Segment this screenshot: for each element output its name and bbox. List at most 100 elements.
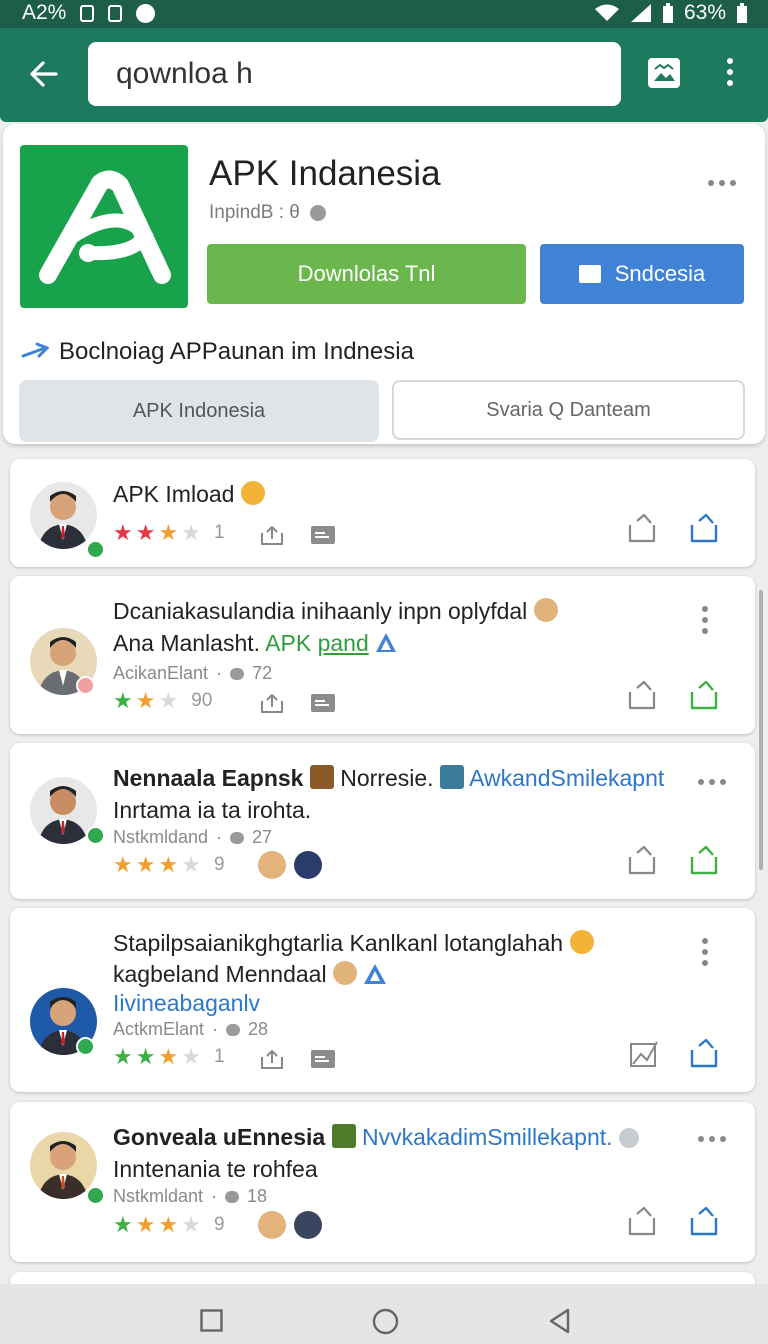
review-author: Nstkmldand [113,827,209,847]
review-line-1-text: Dcaniakasulandia inihaanly inpn oplyfdal [113,598,528,624]
tab-search-team[interactable]: Svaria Q Danteam [392,380,745,440]
message-icon[interactable] [310,693,336,713]
share-button-label: Sndcesia [614,261,706,286]
scrollbar[interactable] [759,590,763,870]
review-title-bold: Nennaala Eapnsk [113,765,304,791]
share-blue-icon[interactable] [689,513,719,543]
back-arrow-icon[interactable] [28,58,60,90]
reaction-avatar-icon [294,851,322,879]
more-options-icon[interactable] [708,180,736,186]
smile-icon [309,205,326,221]
review-line-2-text: Ana Manlasht. [113,630,266,656]
star-rating: ★ ★ ★ ★ 9 [113,854,225,876]
more-options-icon[interactable] [698,779,726,785]
review-line-1: Nennaala Eapnsk Norresie. AwkandSmilekap… [113,765,664,792]
message-icon[interactable] [310,525,336,545]
share-blue-icon[interactable] [689,1206,719,1236]
review-line-1: Stapilpsaianikghgtarlia Kanlkanl lotangl… [113,930,594,957]
review-line-1-text: Stapilpsaianikghgtarlia Kanlkanl lotangl… [113,930,564,956]
reaction-face-icon [258,1211,286,1239]
star-icon: ★ [135,520,156,545]
tab-apk-indonesia[interactable]: APK Indonesia [19,380,379,442]
wifi-icon [594,4,619,21]
star-icon: ★ [158,688,179,713]
comment-icon [230,667,245,680]
star-icon: ★ [181,1212,201,1237]
review-meta: AcikanElant · 72 [113,663,273,683]
review-title-bold: Gonveala uEnnesia [113,1124,326,1150]
review-line-2: Ana Manlasht. APK pand [113,630,397,657]
star-icon: ★ [158,852,179,877]
star-icon: ★ [113,852,133,877]
verified-badge-icon [86,1186,105,1205]
drive-icon [376,633,397,652]
battery-small-icon [662,3,673,23]
star-icon: ★ [135,1212,156,1237]
app-title: APK Indanesia [209,154,441,193]
comment-count: 72 [252,663,273,683]
star-icon: ★ [113,520,133,545]
badge-icon [76,676,95,695]
list-item[interactable]: Stapilpsaianikghgtarlia Kanlkanl lotangl… [10,908,755,1092]
overflow-menu-icon[interactable] [722,58,738,94]
rating-count: 90 [191,690,213,711]
edit-image-icon[interactable] [629,1038,659,1068]
app-subtitle: InpindB : θ [209,202,326,224]
upload-icon[interactable] [260,525,284,545]
pand-link[interactable]: pand [318,630,369,656]
profile-link[interactable]: AwkandSmilekapnt [469,765,664,791]
share-icon [578,265,601,283]
rating-count: 9 [213,854,225,875]
home-icon[interactable] [372,1308,399,1335]
star-rating: ★ ★ ★ ★ 1 [113,522,225,544]
recents-icon[interactable] [200,1309,223,1332]
review-meta: ActkmElant · 28 [113,1019,269,1039]
list-item[interactable]: APK Imload ★ ★ ★ ★ 1 [10,459,755,567]
review-line-2: Inrtama ia ta irohta. [113,797,312,823]
review-link[interactable]: Iivineabaganlv [113,990,260,1017]
message-icon[interactable] [310,1049,336,1069]
download-button[interactable]: Downlolas Tnl [207,244,526,304]
more-options-icon[interactable] [702,938,708,966]
image-search-icon[interactable] [648,58,680,88]
app-notification-icon [136,3,156,23]
share-green-icon[interactable] [689,680,719,710]
back-nav-icon[interactable] [548,1308,570,1334]
list-item[interactable]: Gonveala uEnnesia NvvkakadimSmillekapnt.… [10,1102,755,1262]
review-mid-text: Norresie. [333,765,440,791]
more-options-icon[interactable] [698,1136,726,1142]
notification-icon [108,4,123,22]
drive-icon [364,964,387,984]
image-emoji-icon [309,765,334,789]
star-icon: ★ [181,1044,201,1069]
share-outline-icon[interactable] [627,680,657,710]
verified-badge-icon [86,826,105,845]
share-green-icon[interactable] [689,845,719,875]
share-button[interactable]: Sndcesia [540,244,744,304]
search-input[interactable] [88,42,621,106]
list-item[interactable]: Nennaala Eapnsk Norresie. AwkandSmilekap… [10,743,755,899]
star-icon: ★ [181,520,201,545]
app-logo-a-icon [39,170,171,284]
smiley-icon [332,961,357,985]
share-blue-icon[interactable] [689,1038,719,1068]
image-emoji-icon [331,1124,356,1148]
share-outline-icon[interactable] [627,513,657,543]
star-icon: ★ [135,852,156,877]
comment-icon [230,831,245,844]
review-line-2: Inntenania te rohfea [113,1156,318,1182]
upload-icon[interactable] [260,693,284,713]
more-options-icon[interactable] [702,606,708,634]
battery-percent: 63% [683,1,726,24]
upload-icon[interactable] [260,1049,284,1069]
review-line-2-text: kagbeland Menndaal [113,961,327,987]
profile-link[interactable]: NvvkakadimSmillekapnt. [362,1124,613,1150]
share-outline-icon[interactable] [627,845,657,875]
list-item[interactable]: Dcaniakasulandia inihaanly inpn oplyfdal… [10,576,755,734]
avatar [30,482,97,549]
star-icon: ★ [158,1044,179,1069]
apk-link[interactable]: APK [265,630,317,656]
tagline: Boclnoiag APPaunan im Indnesia [21,338,414,366]
share-outline-icon[interactable] [627,1206,657,1236]
comment-count: 27 [252,827,273,847]
